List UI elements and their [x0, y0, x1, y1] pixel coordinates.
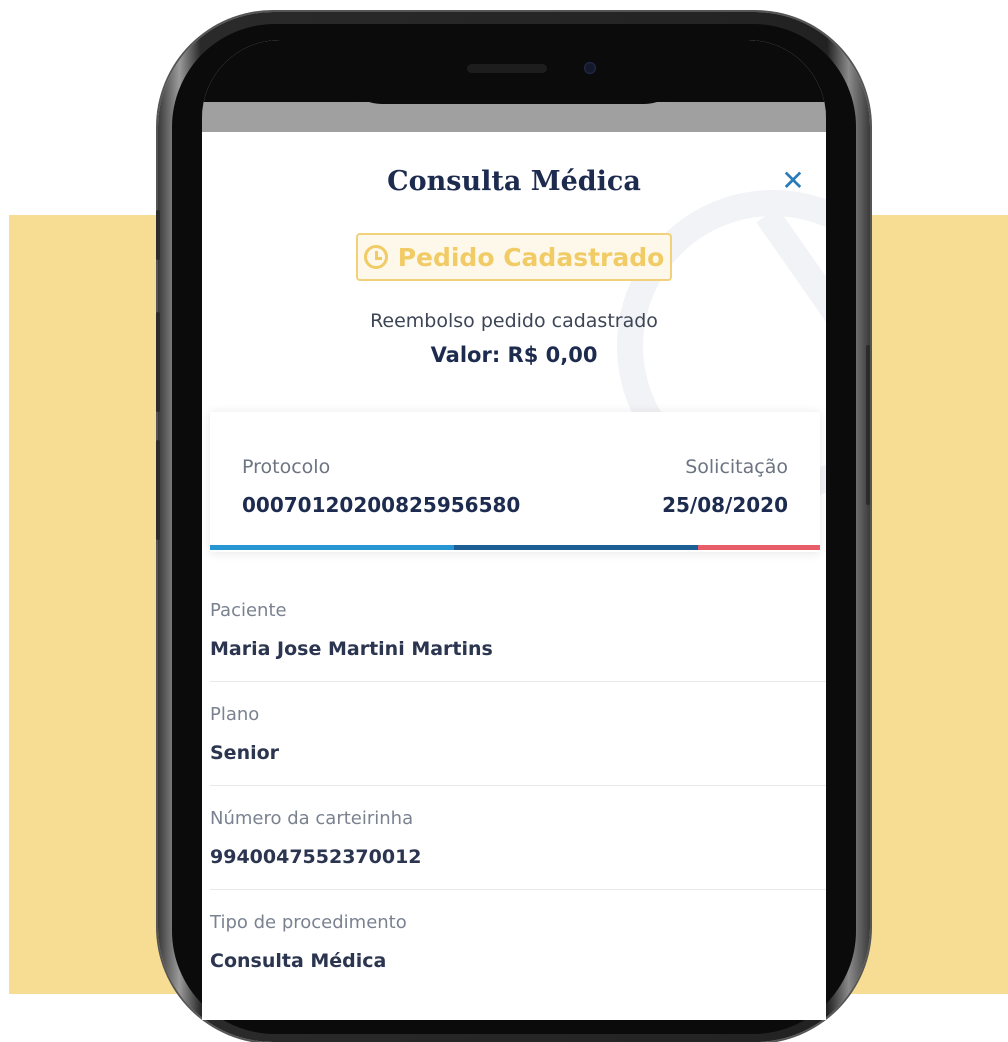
protocol-label: Protocolo — [242, 456, 331, 478]
field-label: Tipo de procedimento — [210, 912, 407, 933]
field-label: Paciente — [210, 600, 287, 621]
status-progress-bar — [210, 545, 820, 550]
field-label: Plano — [210, 704, 260, 725]
speaker-grille — [467, 64, 547, 73]
field-plan: Plano Senior — [210, 682, 826, 786]
status-description: Reembolso pedido cadastrado — [370, 310, 658, 332]
field-procedure-type: Tipo de procedimento Consulta Médica — [210, 890, 826, 994]
modal-title: Consulta Médica — [387, 166, 641, 197]
close-icon[interactable]: ✕ — [780, 166, 806, 196]
progress-segment-1 — [210, 545, 454, 550]
front-camera — [584, 62, 596, 74]
status-badge-label: Pedido Cadastrado — [397, 242, 665, 272]
phone-volume-down-button — [156, 440, 160, 540]
field-value: Consulta Médica — [210, 950, 387, 972]
request-date-label: Solicitação — [685, 456, 788, 478]
field-card-number: Número da carteirinha 9940047552370012 — [210, 786, 826, 890]
phone-volume-up-button — [156, 312, 160, 412]
progress-segment-3 — [698, 545, 820, 550]
protocol-value: 00070120200825956580 — [242, 493, 521, 517]
progress-segment-2 — [454, 545, 698, 550]
field-label: Número da carteirinha — [210, 808, 414, 829]
phone-screen: Consulta Médica ✕ Pedido Cadastrado Reem… — [202, 40, 826, 1020]
request-date-value: 25/08/2020 — [662, 493, 788, 517]
field-patient: Paciente Maria Jose Martini Martins — [210, 578, 826, 682]
reimbursement-value: Valor: R$ 0,00 — [430, 343, 598, 367]
phone-power-button — [866, 345, 870, 505]
field-value: 9940047552370012 — [210, 846, 422, 868]
status-badge: Pedido Cadastrado — [356, 233, 672, 281]
overlay-strip — [202, 102, 826, 132]
summary-card: Protocolo 00070120200825956580 Solicitaç… — [210, 412, 820, 552]
phone-side-button — [156, 210, 160, 260]
clock-icon — [363, 245, 388, 269]
field-value: Maria Jose Martini Martins — [210, 638, 493, 660]
field-value: Senior — [210, 742, 280, 764]
